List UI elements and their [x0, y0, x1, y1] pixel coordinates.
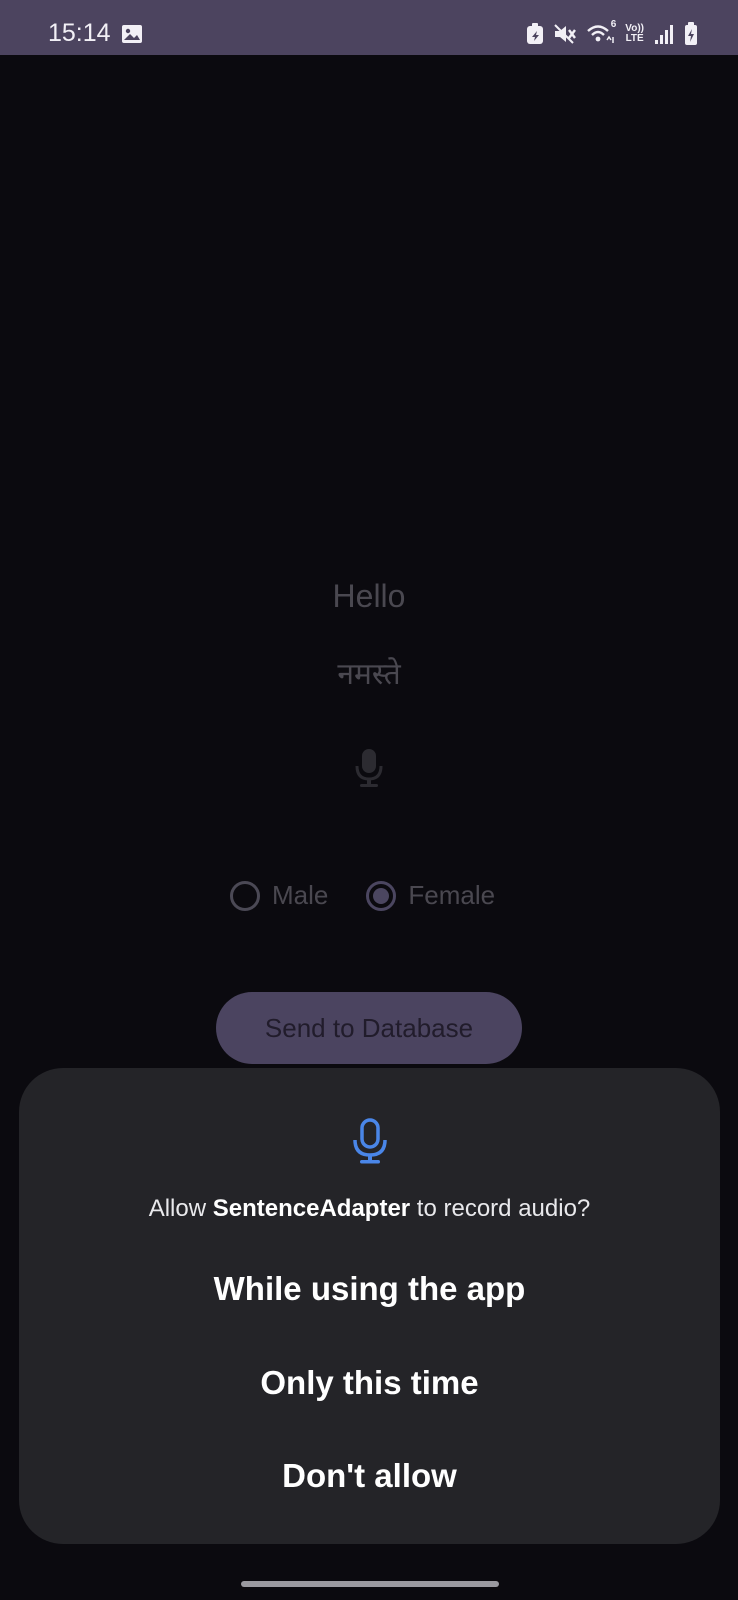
home-gesture-bar[interactable] [241, 1581, 499, 1587]
deny-button[interactable]: Don't allow [79, 1441, 660, 1511]
record-mic-icon[interactable] [354, 748, 384, 793]
signal-icon [653, 23, 675, 45]
mic-icon [351, 1118, 389, 1171]
radio-female-circle[interactable] [366, 880, 397, 911]
permission-message-prefix: Allow [148, 1195, 213, 1222]
radio-male-label: Male [272, 880, 329, 910]
gender-radio-group: Male Female [230, 880, 533, 911]
radio-male[interactable]: Male [230, 880, 328, 911]
mute-icon [553, 23, 577, 45]
volte-indicator: Vo)) LTE [625, 24, 644, 44]
radio-selected-dot [373, 887, 390, 904]
status-bar: 15:14 6 Vo)) LTE [0, 0, 738, 55]
allow-once-button[interactable]: Only this time [79, 1348, 660, 1418]
lte-label: LTE [625, 33, 644, 44]
permission-message: Allow SentenceAdapter to record audio? [19, 1195, 720, 1223]
wifi-icon: 6 [586, 19, 616, 45]
send-to-database-button[interactable]: Send to Database [216, 992, 522, 1064]
hindi-word: नमस्ते [337, 657, 401, 692]
radio-female-label: Female [408, 880, 496, 910]
permission-app-name: SentenceAdapter [212, 1195, 411, 1222]
permission-dialog: Allow SentenceAdapter to record audio? W… [19, 1068, 720, 1544]
battery-saver-icon [526, 23, 544, 45]
permission-message-suffix: to record audio? [410, 1195, 591, 1222]
radio-female[interactable]: Female [366, 880, 495, 911]
english-word: Hello [332, 578, 406, 614]
wifi-badge: 6 [610, 19, 617, 30]
allow-while-using-button[interactable]: While using the app [79, 1254, 660, 1324]
battery-charging-icon [684, 22, 698, 46]
radio-male-circle[interactable] [230, 880, 260, 911]
image-notification-icon [121, 24, 143, 49]
status-time: 15:14 [48, 19, 111, 47]
